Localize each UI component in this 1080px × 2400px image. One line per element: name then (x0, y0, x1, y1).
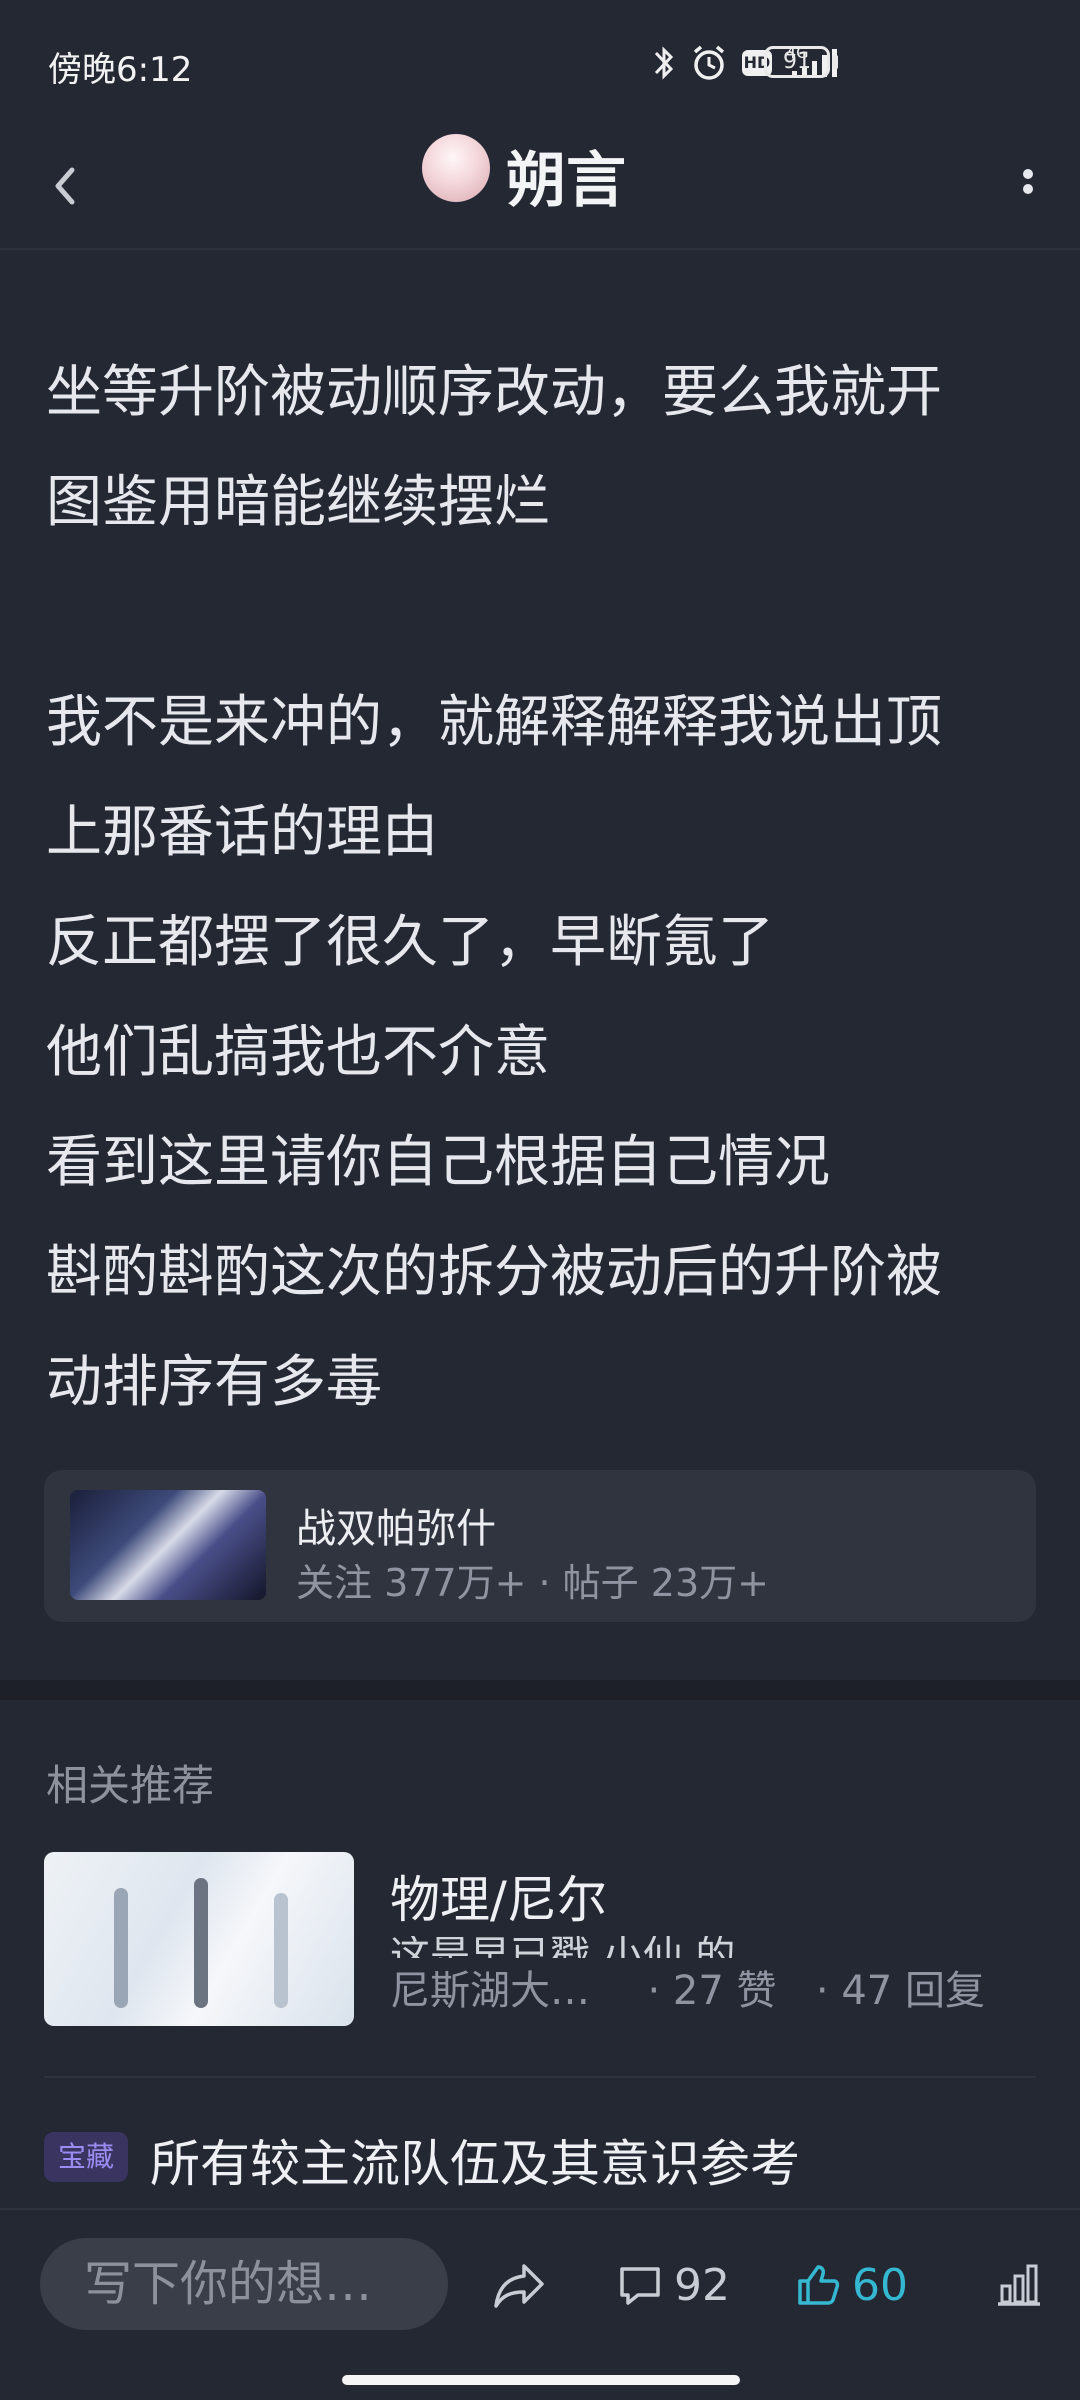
battery-icon: 91 (764, 46, 830, 78)
section-divider (0, 1680, 1080, 1700)
home-indicator[interactable] (342, 2375, 740, 2385)
forum-name: 战双帕弥什 (296, 1506, 496, 1552)
stats-button[interactable] (992, 2258, 1046, 2312)
author-name[interactable]: 朔言 (506, 132, 626, 219)
post-line: 图鉴用暗能继续摆烂 (46, 470, 550, 535)
related-thumbnail (44, 1852, 354, 2026)
post-line: 反正都摆了很久了，早断氪了 (46, 910, 774, 975)
post-line: 斟酌斟酌这次的拆分被动后的升阶被 (46, 1240, 942, 1305)
post-line: 他们乱搞我也不介意 (46, 1020, 550, 1085)
forum-stats: 关注 377万+ · 帖子 23万+ (296, 1561, 769, 1605)
like-count: 60 (852, 2259, 908, 2311)
forum-card[interactable]: 战双帕弥什 关注 377万+ · 帖子 23万+ (44, 1470, 1036, 1622)
post-header: 朔言 (0, 128, 1080, 248)
post-line: 上那番话的理由 (46, 800, 438, 865)
status-time: 傍晚6:12 (48, 50, 193, 90)
more-vertical-icon (1023, 169, 1033, 194)
header-divider (0, 248, 1080, 250)
battery-level: 91 (783, 49, 811, 74)
forum-thumbnail (70, 1490, 266, 1600)
back-button[interactable] (40, 146, 120, 226)
related-item-replies: · 47 回复 (815, 1968, 985, 2014)
comment-button[interactable]: 92 (616, 2250, 730, 2320)
related-item-title: 物理/尼尔 (390, 1871, 607, 1929)
share-icon (494, 2264, 544, 2308)
related-item-author: 尼斯湖大… (390, 1968, 590, 2014)
chevron-left-icon (55, 167, 75, 205)
alarm-icon (693, 45, 725, 80)
comment-count: 92 (674, 2259, 730, 2311)
share-button[interactable] (490, 2258, 550, 2312)
post-line: 看到这里请你自己根据自己情况 (46, 1130, 830, 1195)
related-divider (44, 2076, 1036, 2078)
thumb-figure (114, 1888, 128, 2008)
treasure-badge: 宝藏 (44, 2132, 129, 2182)
thumbs-up-icon (798, 2265, 840, 2305)
post-line: 我不是来冲的，就解释解释我说出顶 (46, 690, 942, 755)
related-item-meta: 尼斯湖大… · 27 赞 · 47 回复 (390, 1958, 985, 2016)
comment-input[interactable]: 写下你的想… (40, 2238, 448, 2330)
related-item-title: 所有较主流队伍及其意识参考 (150, 2135, 800, 2193)
thumb-figure (274, 1893, 288, 2008)
related-item[interactable]: 宝藏 所有较主流队伍及其意识参考 (44, 2130, 1036, 2200)
thumb-figure (194, 1878, 208, 2008)
author-avatar[interactable] (422, 134, 490, 202)
status-bar: 傍晚6:12 HD 4G 91 (0, 0, 1080, 128)
related-item-snippet: 这是早已戳 小仙 的 (390, 1936, 735, 1958)
like-button[interactable]: 60 (794, 2250, 908, 2320)
post-line: 坐等升阶被动顺序改动，要么我就开 (46, 360, 942, 425)
battery-tip (832, 55, 838, 69)
related-section-title: 相关推荐 (46, 1761, 215, 1810)
related-item[interactable]: 物理/尼尔 这是早已戳 小仙 的 尼斯湖大… · 27 赞 · 47 回复 (44, 1852, 1036, 2028)
related-item-likes: · 27 赞 (647, 1968, 777, 2014)
bottom-action-bar: 写下你的想… 92 60 (0, 2208, 1080, 2360)
bar-chart-icon (998, 2264, 1040, 2306)
bluetooth-icon (654, 46, 674, 80)
more-button[interactable] (998, 146, 1058, 226)
comment-icon (620, 2267, 660, 2305)
post-content: 坐等升阶被动顺序改动，要么我就开 图鉴用暗能继续摆烂 我不是来冲的，就解释解释我… (46, 338, 1046, 1438)
post-line: 动排序有多毒 (46, 1350, 382, 1415)
